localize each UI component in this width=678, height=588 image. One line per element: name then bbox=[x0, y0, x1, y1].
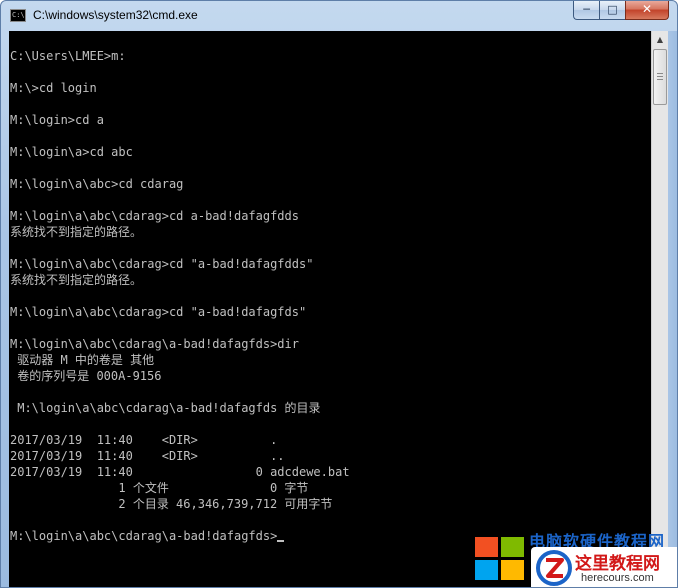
site-watermark: 电脑软硬件教程网 这里教程网 herecours.com bbox=[471, 521, 677, 587]
grip-line bbox=[657, 73, 663, 74]
cmd-icon[interactable]: C:\ bbox=[10, 9, 26, 22]
watermark-badge: 这里教程网 herecours.com bbox=[531, 547, 677, 587]
z-logo-icon bbox=[536, 550, 572, 586]
window-frame-right bbox=[668, 31, 677, 587]
scroll-up-arrow-icon[interactable]: ▲ bbox=[652, 31, 668, 48]
minimize-button[interactable]: ─ bbox=[573, 1, 599, 20]
grip-line bbox=[657, 76, 663, 77]
grip-line bbox=[657, 79, 663, 80]
close-button[interactable]: ✕ bbox=[625, 1, 669, 20]
console-text: C:\Users\LMEE>m: M:\>cd login M:\login>c… bbox=[10, 48, 350, 544]
console-history: C:\Users\LMEE>m: M:\>cd login M:\login>c… bbox=[10, 49, 350, 511]
watermark-title: 这里教程网 bbox=[575, 554, 660, 574]
console-output[interactable]: C:\Users\LMEE>m: M:\>cd login M:\login>c… bbox=[9, 31, 651, 587]
watermark-url: herecours.com bbox=[581, 572, 654, 584]
vertical-scrollbar[interactable]: ▲ bbox=[651, 31, 668, 587]
maximize-button[interactable]: □ bbox=[599, 1, 625, 20]
title-bar[interactable]: C:\ C:\windows\system32\cmd.exe ─ □ ✕ bbox=[1, 1, 677, 31]
cmd-window: C:\ C:\windows\system32\cmd.exe ─ □ ✕ C:… bbox=[0, 0, 678, 588]
window-title: C:\windows\system32\cmd.exe bbox=[33, 8, 198, 22]
windows-logo-icon bbox=[475, 537, 524, 580]
caption-buttons: ─ □ ✕ bbox=[573, 1, 669, 21]
text-cursor bbox=[277, 540, 285, 542]
command-prompt: M:\login\a\abc\cdarag\a-bad!dafagfds> bbox=[10, 529, 278, 543]
scroll-thumb[interactable] bbox=[653, 49, 667, 105]
